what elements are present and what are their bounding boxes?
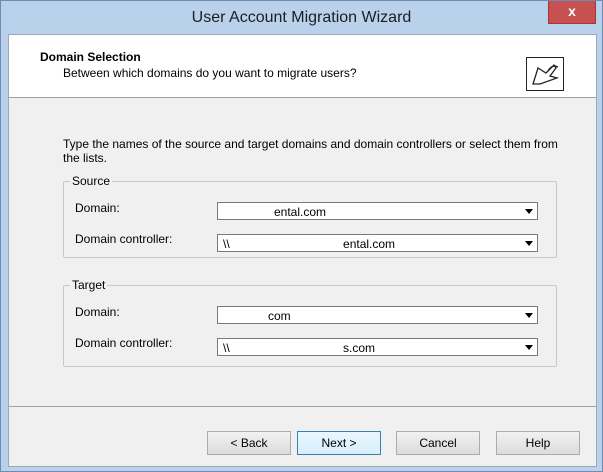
help-button[interactable]: Help (496, 431, 580, 455)
chevron-down-icon[interactable] (521, 203, 537, 219)
chevron-down-icon[interactable] (521, 339, 537, 355)
title-bar[interactable]: User Account Migration Wizard x (1, 1, 602, 34)
back-button[interactable]: < Back (207, 431, 291, 455)
target-controller-combo[interactable]: \\ s.com (217, 338, 538, 356)
target-legend: Target (70, 278, 108, 292)
footer-divider (9, 406, 596, 407)
chevron-down-icon[interactable] (521, 307, 537, 323)
source-group: Source Domain: ental.com Domain controll… (63, 174, 557, 258)
page-subtitle: Between which domains do you want to mig… (63, 66, 357, 80)
chevron-down-icon[interactable] (521, 235, 537, 251)
source-controller-label: Domain controller: (75, 232, 173, 246)
source-domain-label: Domain: (75, 201, 120, 215)
instructions-text: Type the names of the source and target … (63, 137, 558, 165)
target-domain-combo[interactable]: com (217, 306, 538, 324)
source-domain-value: ental.com (274, 205, 327, 219)
source-legend: Source (70, 174, 113, 188)
target-domain-value: com (268, 309, 291, 323)
target-controller-label: Domain controller: (75, 336, 173, 350)
next-button[interactable]: Next > (297, 431, 381, 455)
source-controller-value: \\ ental.com (223, 237, 396, 251)
close-button[interactable]: x (548, 1, 596, 24)
target-group: Target Domain: com Domain controller: \\… (63, 278, 557, 367)
source-domain-combo[interactable]: ental.com (217, 202, 538, 220)
wizard-arrow-icon (526, 57, 564, 91)
target-domain-label: Domain: (75, 305, 120, 319)
wizard-page: Domain Selection Between which domains d… (8, 34, 597, 467)
cancel-button[interactable]: Cancel (396, 431, 480, 455)
wizard-window: User Account Migration Wizard x Domain S… (0, 0, 603, 472)
page-title: Domain Selection (40, 50, 141, 64)
target-controller-value: \\ s.com (223, 341, 376, 355)
wizard-header: Domain Selection Between which domains d… (9, 35, 596, 98)
source-controller-combo[interactable]: \\ ental.com (217, 234, 538, 252)
window-title: User Account Migration Wizard (191, 9, 412, 26)
